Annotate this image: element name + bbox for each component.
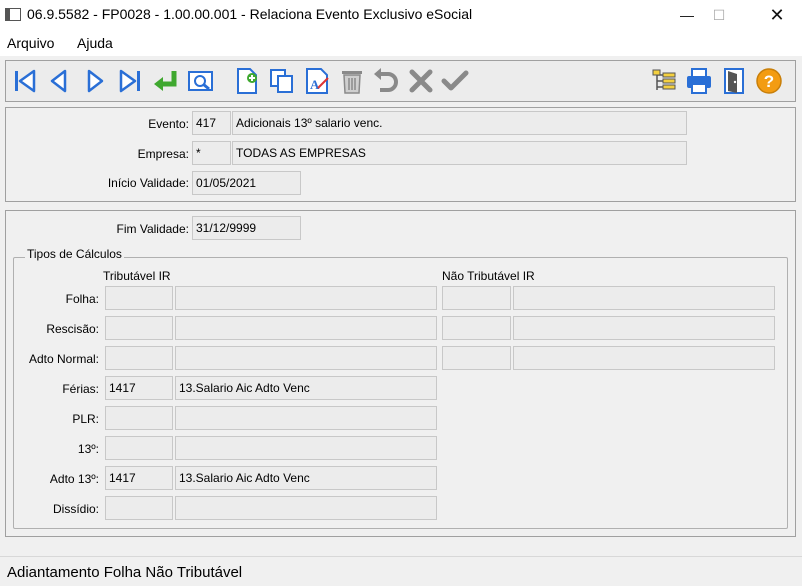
- copy-record-button[interactable]: [267, 66, 297, 96]
- adto-normal-trib-desc-field[interactable]: [175, 346, 437, 370]
- nao-tributavel-ir-header: Não Tributável IR: [442, 269, 535, 283]
- preview-button[interactable]: [186, 66, 216, 96]
- last-record-icon: [119, 69, 140, 93]
- folha-trib-desc-field[interactable]: [175, 286, 437, 310]
- print-icon: [687, 68, 711, 94]
- confirm-arrow-icon: [154, 71, 177, 91]
- print-button[interactable]: [684, 66, 714, 96]
- decimo-terceiro-label: 13º:: [77, 442, 99, 456]
- svg-text:A: A: [310, 77, 320, 92]
- rescisao-trib-code-field[interactable]: [105, 316, 173, 340]
- copy-record-icon: [270, 69, 293, 93]
- fim-validade-field[interactable]: 31/12/9999: [192, 216, 301, 240]
- edit-record-icon: A: [306, 68, 329, 94]
- adto-decimo-terceiro-trib-code-field[interactable]: 1417: [105, 466, 173, 490]
- menu-bar: Arquivo Ajuda: [0, 30, 802, 56]
- first-record-button[interactable]: [10, 66, 40, 96]
- empresa-label: Empresa:: [137, 147, 189, 161]
- decimo-terceiro-trib-code-field[interactable]: [105, 436, 173, 460]
- plr-label: PLR:: [72, 412, 99, 426]
- rescisao-label: Rescisão:: [46, 322, 99, 336]
- menu-arquivo[interactable]: Arquivo: [7, 35, 54, 51]
- window-title: 06.9.5582 - FP0028 - 1.00.00.001 - Relac…: [27, 6, 473, 22]
- dissidio-trib-code-field[interactable]: [105, 496, 173, 520]
- maximize-button[interactable]: ☐: [696, 0, 742, 30]
- tree-view-button[interactable]: [649, 66, 679, 96]
- inicio-validade-field[interactable]: 01/05/2021: [192, 171, 301, 195]
- last-record-button[interactable]: [115, 66, 145, 96]
- status-text: Adiantamento Folha Não Tributável: [7, 564, 243, 581]
- inicio-validade-label: Início Validade:: [107, 176, 189, 190]
- dissidio-trib-desc-field[interactable]: [175, 496, 437, 520]
- rescisao-nao-trib-code-field[interactable]: [442, 316, 511, 340]
- close-button[interactable]: ✕: [754, 0, 800, 30]
- toolbar: A ?: [5, 60, 796, 102]
- rescisao-nao-trib-desc-field[interactable]: [513, 316, 775, 340]
- folha-trib-code-field[interactable]: [105, 286, 173, 310]
- evento-code-field[interactable]: 417: [192, 111, 231, 135]
- evento-label: Evento:: [148, 117, 189, 131]
- evento-description-field[interactable]: Adicionais 13º salario venc.: [232, 111, 687, 135]
- tree-view-icon: [652, 69, 676, 90]
- header-panel: Evento: 417 Adicionais 13º salario venc.…: [5, 107, 796, 202]
- undo-button[interactable]: [370, 66, 400, 96]
- save-check-icon: [441, 70, 469, 91]
- adto-normal-trib-code-field[interactable]: [105, 346, 173, 370]
- empresa-code-field[interactable]: *: [192, 141, 231, 165]
- cancel-icon: [409, 69, 433, 93]
- plr-trib-desc-field[interactable]: [175, 406, 437, 430]
- adto-normal-label: Adto Normal:: [28, 352, 99, 366]
- exit-button[interactable]: [719, 66, 749, 96]
- rescisao-trib-desc-field[interactable]: [175, 316, 437, 340]
- title-bar: 06.9.5582 - FP0028 - 1.00.00.001 - Relac…: [0, 0, 802, 30]
- plr-trib-code-field[interactable]: [105, 406, 173, 430]
- folha-nao-trib-desc-field[interactable]: [513, 286, 775, 310]
- first-record-icon: [15, 69, 36, 93]
- ferias-trib-desc-field[interactable]: 13.Salario Aic Adto Venc: [175, 376, 437, 400]
- preview-icon: [188, 71, 213, 91]
- tributavel-ir-header: Tributável IR: [103, 269, 171, 283]
- delete-record-button[interactable]: [337, 66, 367, 96]
- confirm-arrow-button[interactable]: [150, 66, 180, 96]
- detail-panel: Fim Validade: 31/12/9999 Tipos de Cálcul…: [5, 210, 796, 537]
- dissidio-label: Dissídio:: [52, 502, 99, 516]
- save-check-button[interactable]: [440, 66, 470, 96]
- decimo-terceiro-trib-desc-field[interactable]: [175, 436, 437, 460]
- adto-decimo-terceiro-label: Adto 13º:: [49, 472, 99, 486]
- previous-record-icon: [50, 69, 67, 93]
- svg-text:?: ?: [764, 72, 774, 91]
- next-record-button[interactable]: [80, 66, 110, 96]
- app-icon: [5, 8, 21, 21]
- adto-normal-nao-trib-desc-field[interactable]: [513, 346, 775, 370]
- adto-decimo-terceiro-trib-desc-field[interactable]: 13.Salario Aic Adto Venc: [175, 466, 437, 490]
- undo-icon: [374, 68, 398, 92]
- previous-record-button[interactable]: [44, 66, 74, 96]
- folha-label: Folha:: [65, 292, 99, 306]
- help-button[interactable]: ?: [754, 66, 784, 96]
- adto-normal-nao-trib-code-field[interactable]: [442, 346, 511, 370]
- next-record-icon: [87, 69, 104, 93]
- tipos-calculos-title: Tipos de Cálculos: [25, 247, 124, 261]
- new-record-button[interactable]: [232, 66, 262, 96]
- folha-nao-trib-code-field[interactable]: [442, 286, 511, 310]
- edit-record-button[interactable]: A: [302, 66, 332, 96]
- status-bar: Adiantamento Folha Não Tributável: [0, 556, 802, 586]
- menu-ajuda[interactable]: Ajuda: [77, 35, 113, 51]
- delete-record-icon: [342, 71, 362, 94]
- ferias-trib-code-field[interactable]: 1417: [105, 376, 173, 400]
- help-icon: ?: [756, 68, 782, 94]
- exit-door-icon: [724, 68, 744, 94]
- new-record-icon: [237, 68, 257, 94]
- cancel-button[interactable]: [406, 66, 436, 96]
- ferias-label: Férias:: [62, 382, 99, 396]
- fim-validade-label: Fim Validade:: [116, 222, 189, 236]
- empresa-description-field[interactable]: TODAS AS EMPRESAS: [232, 141, 687, 165]
